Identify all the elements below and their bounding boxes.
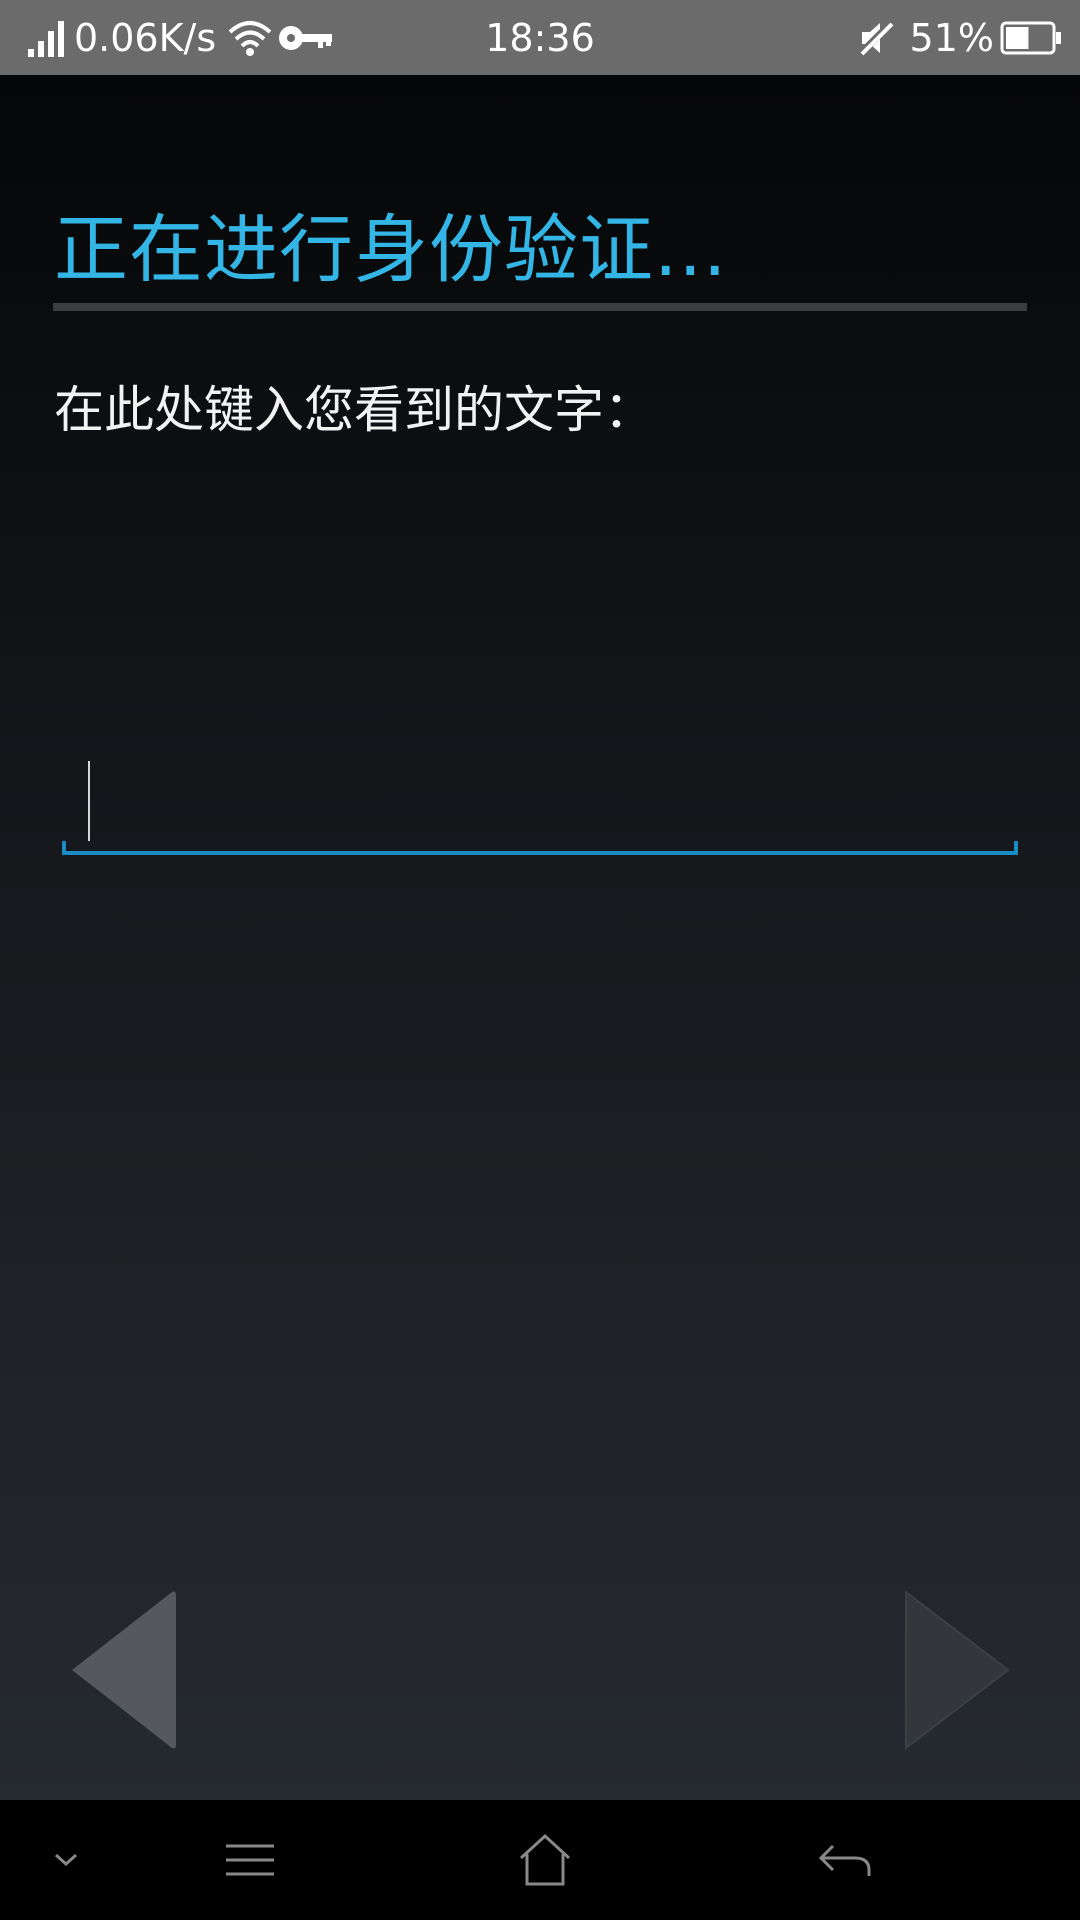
page-title: 正在进行身份验证... — [54, 207, 728, 293]
screen: 0.06K/s 18:36 51% 正在进行身份验证... 在此处键入您看到的文… — [0, 0, 1080, 1920]
chevron-down-icon — [54, 1853, 78, 1867]
previous-button[interactable] — [68, 1590, 188, 1750]
back-button[interactable] — [800, 1800, 890, 1920]
back-icon — [818, 1844, 871, 1876]
status-time: 18:36 — [485, 15, 595, 60]
next-button[interactable] — [900, 1589, 1020, 1751]
input-underline-left-tick — [62, 841, 66, 855]
battery-percent: 51% — [909, 15, 994, 60]
menu-icon — [226, 1844, 274, 1876]
captcha-text-input[interactable] — [62, 755, 1018, 855]
signal-icon — [26, 19, 66, 57]
battery-icon — [1000, 21, 1062, 55]
triangle-left-icon — [72, 1591, 176, 1749]
menu-button[interactable] — [210, 1800, 290, 1920]
mute-icon — [856, 18, 896, 58]
status-right: 51% — [856, 0, 1062, 75]
input-underline-right-tick — [1014, 841, 1018, 855]
home-button[interactable] — [500, 1800, 590, 1920]
hide-keyboard-button[interactable] — [40, 1800, 92, 1920]
vpn-key-icon — [278, 22, 334, 54]
auth-screen: 正在进行身份验证... 在此处键入您看到的文字： — [0, 75, 1080, 1800]
status-bar: 0.06K/s 18:36 51% — [0, 0, 1080, 75]
captcha-prompt-label: 在此处键入您看到的文字： — [54, 381, 654, 439]
triangle-right-icon — [905, 1589, 1010, 1751]
home-icon — [519, 1833, 571, 1886]
wifi-icon — [228, 20, 272, 56]
status-left: 0.06K/s — [26, 0, 334, 75]
input-underline — [62, 851, 1018, 855]
net-speed: 0.06K/s — [74, 15, 217, 60]
captcha-image-area — [54, 465, 1024, 765]
system-navigation-bar — [0, 1800, 1080, 1920]
title-divider — [53, 303, 1027, 311]
text-caret — [88, 761, 90, 841]
